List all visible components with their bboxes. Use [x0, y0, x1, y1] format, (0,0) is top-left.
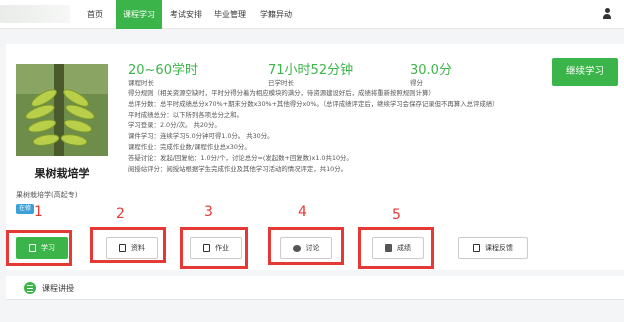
list-icon [24, 282, 36, 294]
course-thumbnail [16, 64, 108, 156]
highlight-box-2 [90, 227, 166, 263]
stat-course-hours-label: 课程时长 [128, 79, 154, 87]
nav-course-study[interactable]: 课程学习 [116, 0, 162, 29]
annotation-number: 1 [34, 204, 43, 220]
annotation-number: 2 [116, 206, 125, 222]
course-feedback-button[interactable]: 课程反馈 [458, 237, 528, 259]
user-icon[interactable] [602, 8, 612, 20]
stat-course-hours-value: 20~60学时 [128, 63, 198, 78]
status-badge: 在修 [16, 204, 35, 214]
scoring-rules: 得分规则（相关资源空缺时，平时分得分着为相应模块的满分，待资源建设好后，成绩将重… [128, 88, 618, 174]
rule-line: 答疑讨论：发起/回复帖：1.0分/个，讨论总分=(发起数+回复数)x1.0共10… [128, 153, 353, 162]
course-card: 果树栽培学 果树栽培学(高起专) 在修 20~60学时 课程时长 71小时52分… [6, 44, 624, 270]
course-title: 果树栽培学 [34, 167, 90, 180]
nav-graduation[interactable]: 毕业管理 [210, 0, 250, 29]
course-lecture-section[interactable]: 课程讲授 [6, 276, 624, 300]
highlight-box-1 [6, 230, 72, 266]
nav-exam-schedule[interactable]: 考试安排 [166, 0, 206, 29]
highlight-box-4 [268, 227, 344, 265]
annotation-number: 5 [392, 207, 401, 223]
stat-score-label: 得分 [410, 79, 423, 87]
rule-line: 得分规则（相关资源空缺时，平时分得分着为相应模块的满分，待资源建设好后，成绩将重… [128, 89, 435, 97]
highlight-box-5 [358, 227, 434, 269]
rule-line: 课程作业：完成作业数/课程作业总x30分。 [128, 142, 251, 151]
stat-studied-time-label: 已学时长 [268, 79, 294, 87]
feedback-icon [473, 244, 480, 252]
continue-learning-button[interactable]: 继续学习 [552, 58, 618, 86]
highlight-box-3 [180, 227, 248, 269]
nav-status-change[interactable]: 学籍异动 [256, 0, 296, 29]
annotation-number: 4 [298, 204, 307, 220]
top-navbar: 首页 课程学习 考试安排 毕业管理 学籍异动 [0, 0, 624, 29]
annotation-number: 3 [204, 204, 213, 220]
stat-studied-time-value: 71小时52分钟 [268, 63, 354, 78]
course-subtitle: 果树栽培学(高起专) [16, 191, 78, 199]
section-title: 课程讲授 [42, 284, 74, 293]
stat-score-value: 30.0分 [410, 63, 452, 78]
rule-line: 总评分数：总平时成绩总分x70%+期末分数x30%+其他得分x0%。（总评成绩评… [128, 99, 499, 108]
rule-line: 学习登录：2.0分/次。 共20分。 [128, 121, 221, 130]
logo [0, 5, 70, 23]
course-feedback-button-label: 课程反馈 [485, 244, 513, 252]
rule-line: 阅授站评分：阅授站根据学生完成作业及其他学习活动的情况评定，共10分。 [128, 164, 348, 173]
nav-home[interactable]: 首页 [78, 0, 112, 29]
rule-line: 平时成绩总分：以下所列各项总分之和。 [128, 110, 244, 119]
rule-line: 课件学习：连续学习5.0分钟可得1.0分。 共30分。 [128, 132, 274, 141]
